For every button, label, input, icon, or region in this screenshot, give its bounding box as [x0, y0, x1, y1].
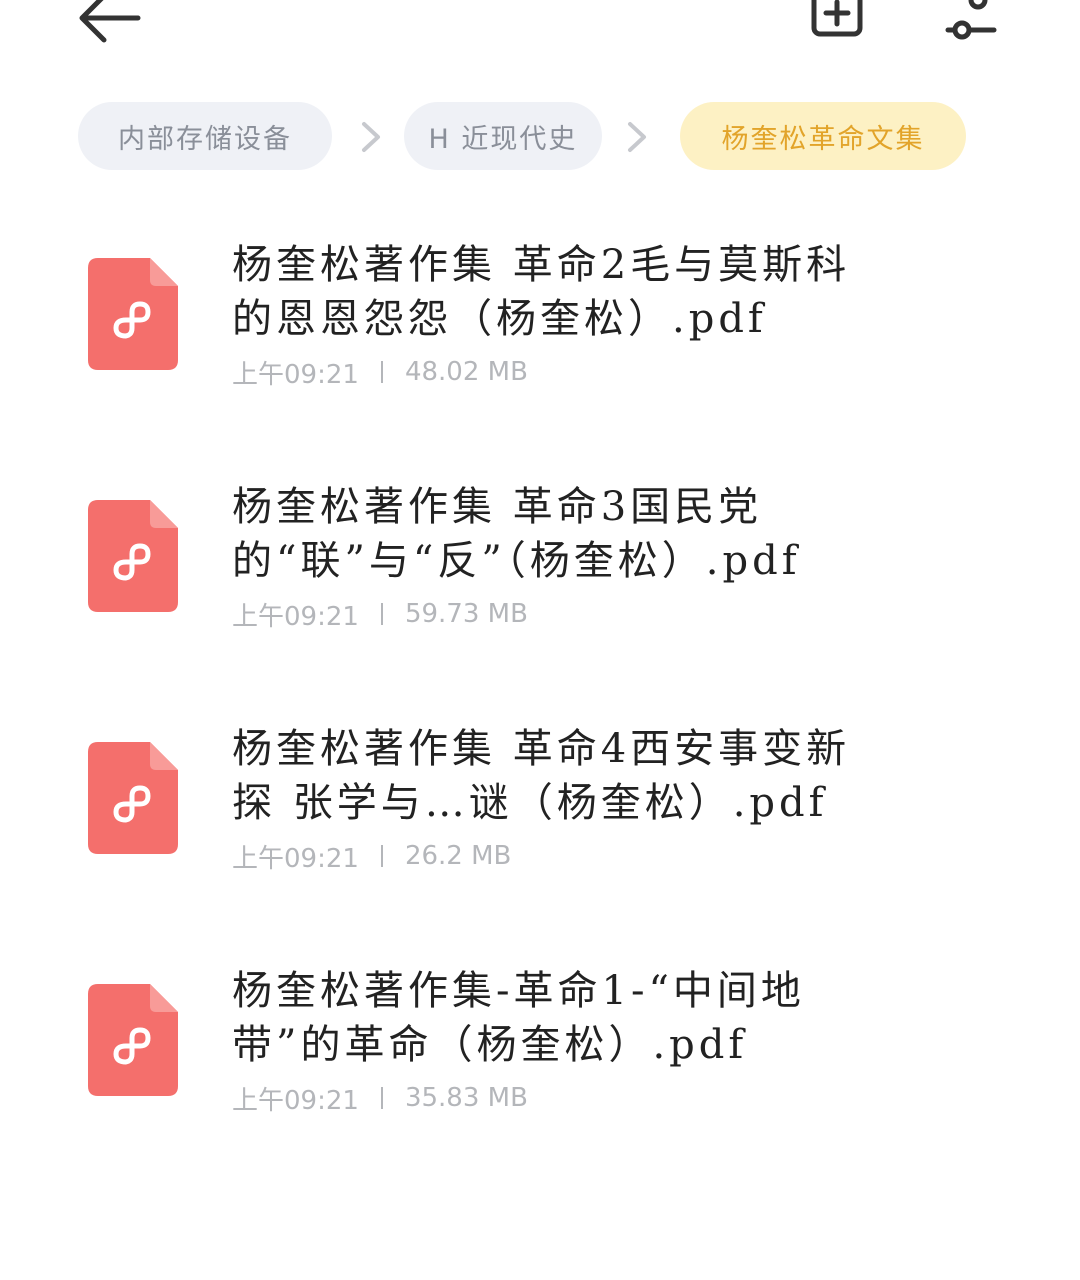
file-name: 杨奎松著作集-革命1-“中间地带”的革命（杨奎松）.pdf — [232, 968, 805, 1068]
arrow-left-icon — [79, 0, 141, 43]
add-box-icon — [811, 0, 863, 37]
pdf-file-icon — [88, 984, 178, 1096]
file-time: 上午09:21 — [232, 601, 359, 632]
breadcrumb-modern-history[interactable]: H 近现代史 — [404, 102, 602, 170]
list-item[interactable]: 杨奎松著作集 革命2毛与莫斯科的恩恩怨怨（杨奎松）.pdf 上午09:21 48… — [0, 228, 1080, 428]
file-size: 26.2 MB — [404, 841, 512, 871]
file-name: 杨奎松著作集 革命4西安事变新探 张学与…谜（杨奎松）.pdf — [232, 726, 851, 826]
pdf-file-icon — [88, 500, 178, 612]
list-item[interactable]: 杨奎松著作集-革命1-“中间地带”的革命（杨奎松）.pdf 上午09:21 35… — [0, 954, 1080, 1154]
file-time: 上午09:21 — [232, 1085, 359, 1116]
pdf-file-icon — [88, 742, 178, 854]
pdf-file-icon — [88, 258, 178, 370]
meta-divider — [380, 1087, 383, 1109]
file-meta: 上午09:21 35.83 MB — [232, 1078, 528, 1118]
meta-divider — [380, 603, 383, 625]
list-item[interactable]: 杨奎松著作集 革命4西安事变新探 张学与…谜（杨奎松）.pdf 上午09:21 … — [0, 712, 1080, 912]
meta-divider — [380, 361, 383, 383]
file-name: 杨奎松著作集 革命2毛与莫斯科的恩恩怨怨（杨奎松）.pdf — [232, 242, 851, 342]
filter-button[interactable] — [938, 0, 1002, 48]
file-meta: 上午09:21 26.2 MB — [232, 836, 511, 876]
top-bar — [0, 0, 1080, 60]
file-size: 59.73 MB — [404, 599, 528, 629]
file-size: 35.83 MB — [404, 1083, 528, 1113]
file-size: 48.02 MB — [404, 357, 528, 387]
breadcrumb-internal-storage[interactable]: 内部存储设备 — [78, 102, 332, 170]
back-button[interactable] — [72, 0, 152, 50]
file-meta: 上午09:21 59.73 MB — [232, 594, 528, 634]
list-item[interactable]: 杨奎松著作集 革命3国民党的“联”与“反”（杨奎松）.pdf 上午09:21 5… — [0, 470, 1080, 670]
sliders-icon — [945, 0, 997, 40]
chevron-right-icon — [356, 120, 386, 154]
breadcrumb: 内部存储设备 H 近现代史 杨奎松革命文集 — [0, 102, 1080, 172]
meta-divider — [380, 845, 383, 867]
file-name: 杨奎松著作集 革命3国民党的“联”与“反”（杨奎松）.pdf — [232, 484, 801, 584]
chevron-right-icon — [622, 120, 652, 154]
file-time: 上午09:21 — [232, 843, 359, 874]
file-meta: 上午09:21 48.02 MB — [232, 352, 528, 392]
new-folder-button[interactable] — [806, 0, 870, 48]
file-time: 上午09:21 — [232, 359, 359, 390]
breadcrumb-current-folder[interactable]: 杨奎松革命文集 — [680, 102, 966, 170]
